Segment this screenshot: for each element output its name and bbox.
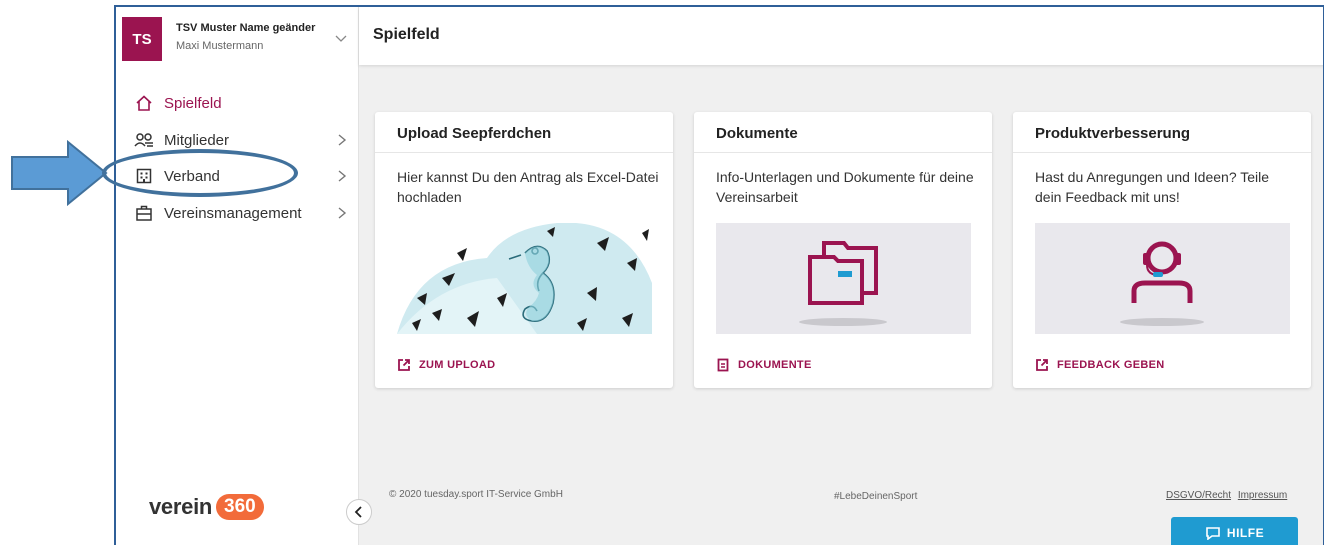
briefcase-icon [134,203,154,223]
card-title: Dokumente [716,125,798,142]
members-icon [134,130,154,150]
top-bar: Spielfeld [359,7,1323,65]
sidebar-item-label: Spielfeld [164,94,222,112]
card-upload: Upload Seepferdchen Hier kannst Du den A… [375,112,673,388]
footer-links: DSGVO/Recht Impressum [1162,490,1287,501]
annotation-arrow [11,140,108,206]
help-button[interactable]: HILFE [1171,517,1298,545]
screenshot-stage: TS TSV Muster Name geänder Maxi Musterma… [0,0,1324,545]
chevron-right-icon [338,170,347,182]
card-text: Hast du Anregungen und Ideen? Teile dein… [1035,169,1270,205]
document-icon [717,358,729,372]
annotation-ellipse [102,149,298,197]
chevron-down-icon [335,35,347,42]
sidebar: TS TSV Muster Name geänder Maxi Musterma… [116,7,359,545]
imprint-link[interactable]: Impressum [1238,490,1287,501]
help-button-label: HILFE [1226,526,1265,540]
folders-illustration [716,223,971,334]
logo-badge: 360 [216,494,264,520]
collapse-sidebar-button[interactable] [346,499,372,525]
sidebar-item-vereinsmanagement[interactable]: Vereinsmanagement [134,199,349,227]
card-dokumente: Dokumente Info-Unterlagen und Dokumente … [694,112,992,388]
external-link-icon [398,359,410,371]
card-title: Upload Seepferdchen [397,125,552,142]
privacy-link[interactable]: DSGVO/Recht [1166,490,1231,501]
dokumente-link[interactable]: DOKUMENTE [716,358,812,372]
chat-icon [1206,527,1220,540]
card-text: Hier kannst Du den Antrag als Excel-Date… [397,169,659,205]
page-title: Spielfeld [373,26,440,43]
user-name: Maxi Mustermann [176,40,264,52]
chevron-right-icon [338,207,347,219]
upload-link[interactable]: ZUM UPLOAD [397,358,495,372]
card-divider [1013,152,1311,153]
external-link-icon [1036,359,1048,371]
chevron-right-icon [338,134,347,146]
card-divider [375,152,673,153]
club-switcher[interactable]: TS TSV Muster Name geänder Maxi Musterma… [122,17,354,63]
logo-text: verein [149,494,213,519]
feedback-link-label: FEEDBACK GEBEN [1057,359,1165,371]
headset-person-illustration [1035,223,1290,334]
card-divider [694,152,992,153]
club-avatar: TS [122,17,162,61]
card-title: Produktverbesserung [1035,125,1191,142]
footer-copyright: © 2020 tuesday.sport IT-Service GmbH [389,489,563,500]
verein360-logo: verein 360 [149,490,264,524]
home-icon [134,93,154,113]
card-produktverbesserung: Produktverbesserung Hast du Anregungen u… [1013,112,1311,388]
dokumente-link-label: DOKUMENTE [738,359,812,371]
club-name: TSV Muster Name geänder [176,22,316,34]
sidebar-item-spielfeld[interactable]: Spielfeld [134,89,349,117]
upload-link-label: ZUM UPLOAD [419,359,496,371]
chevron-left-icon [354,506,362,518]
sidebar-item-label: Mitglieder [164,131,230,149]
card-text: Info-Unterlagen und Dokumente für deine … [716,169,974,205]
feedback-link[interactable]: FEEDBACK GEBEN [1035,358,1165,372]
app-window: TS TSV Muster Name geänder Maxi Musterma… [114,5,1324,545]
seahorse-illustration [397,223,652,334]
sidebar-item-label: Vereinsmanagement [164,204,302,222]
footer-hashtag: #LebeDeinenSport [834,491,918,502]
